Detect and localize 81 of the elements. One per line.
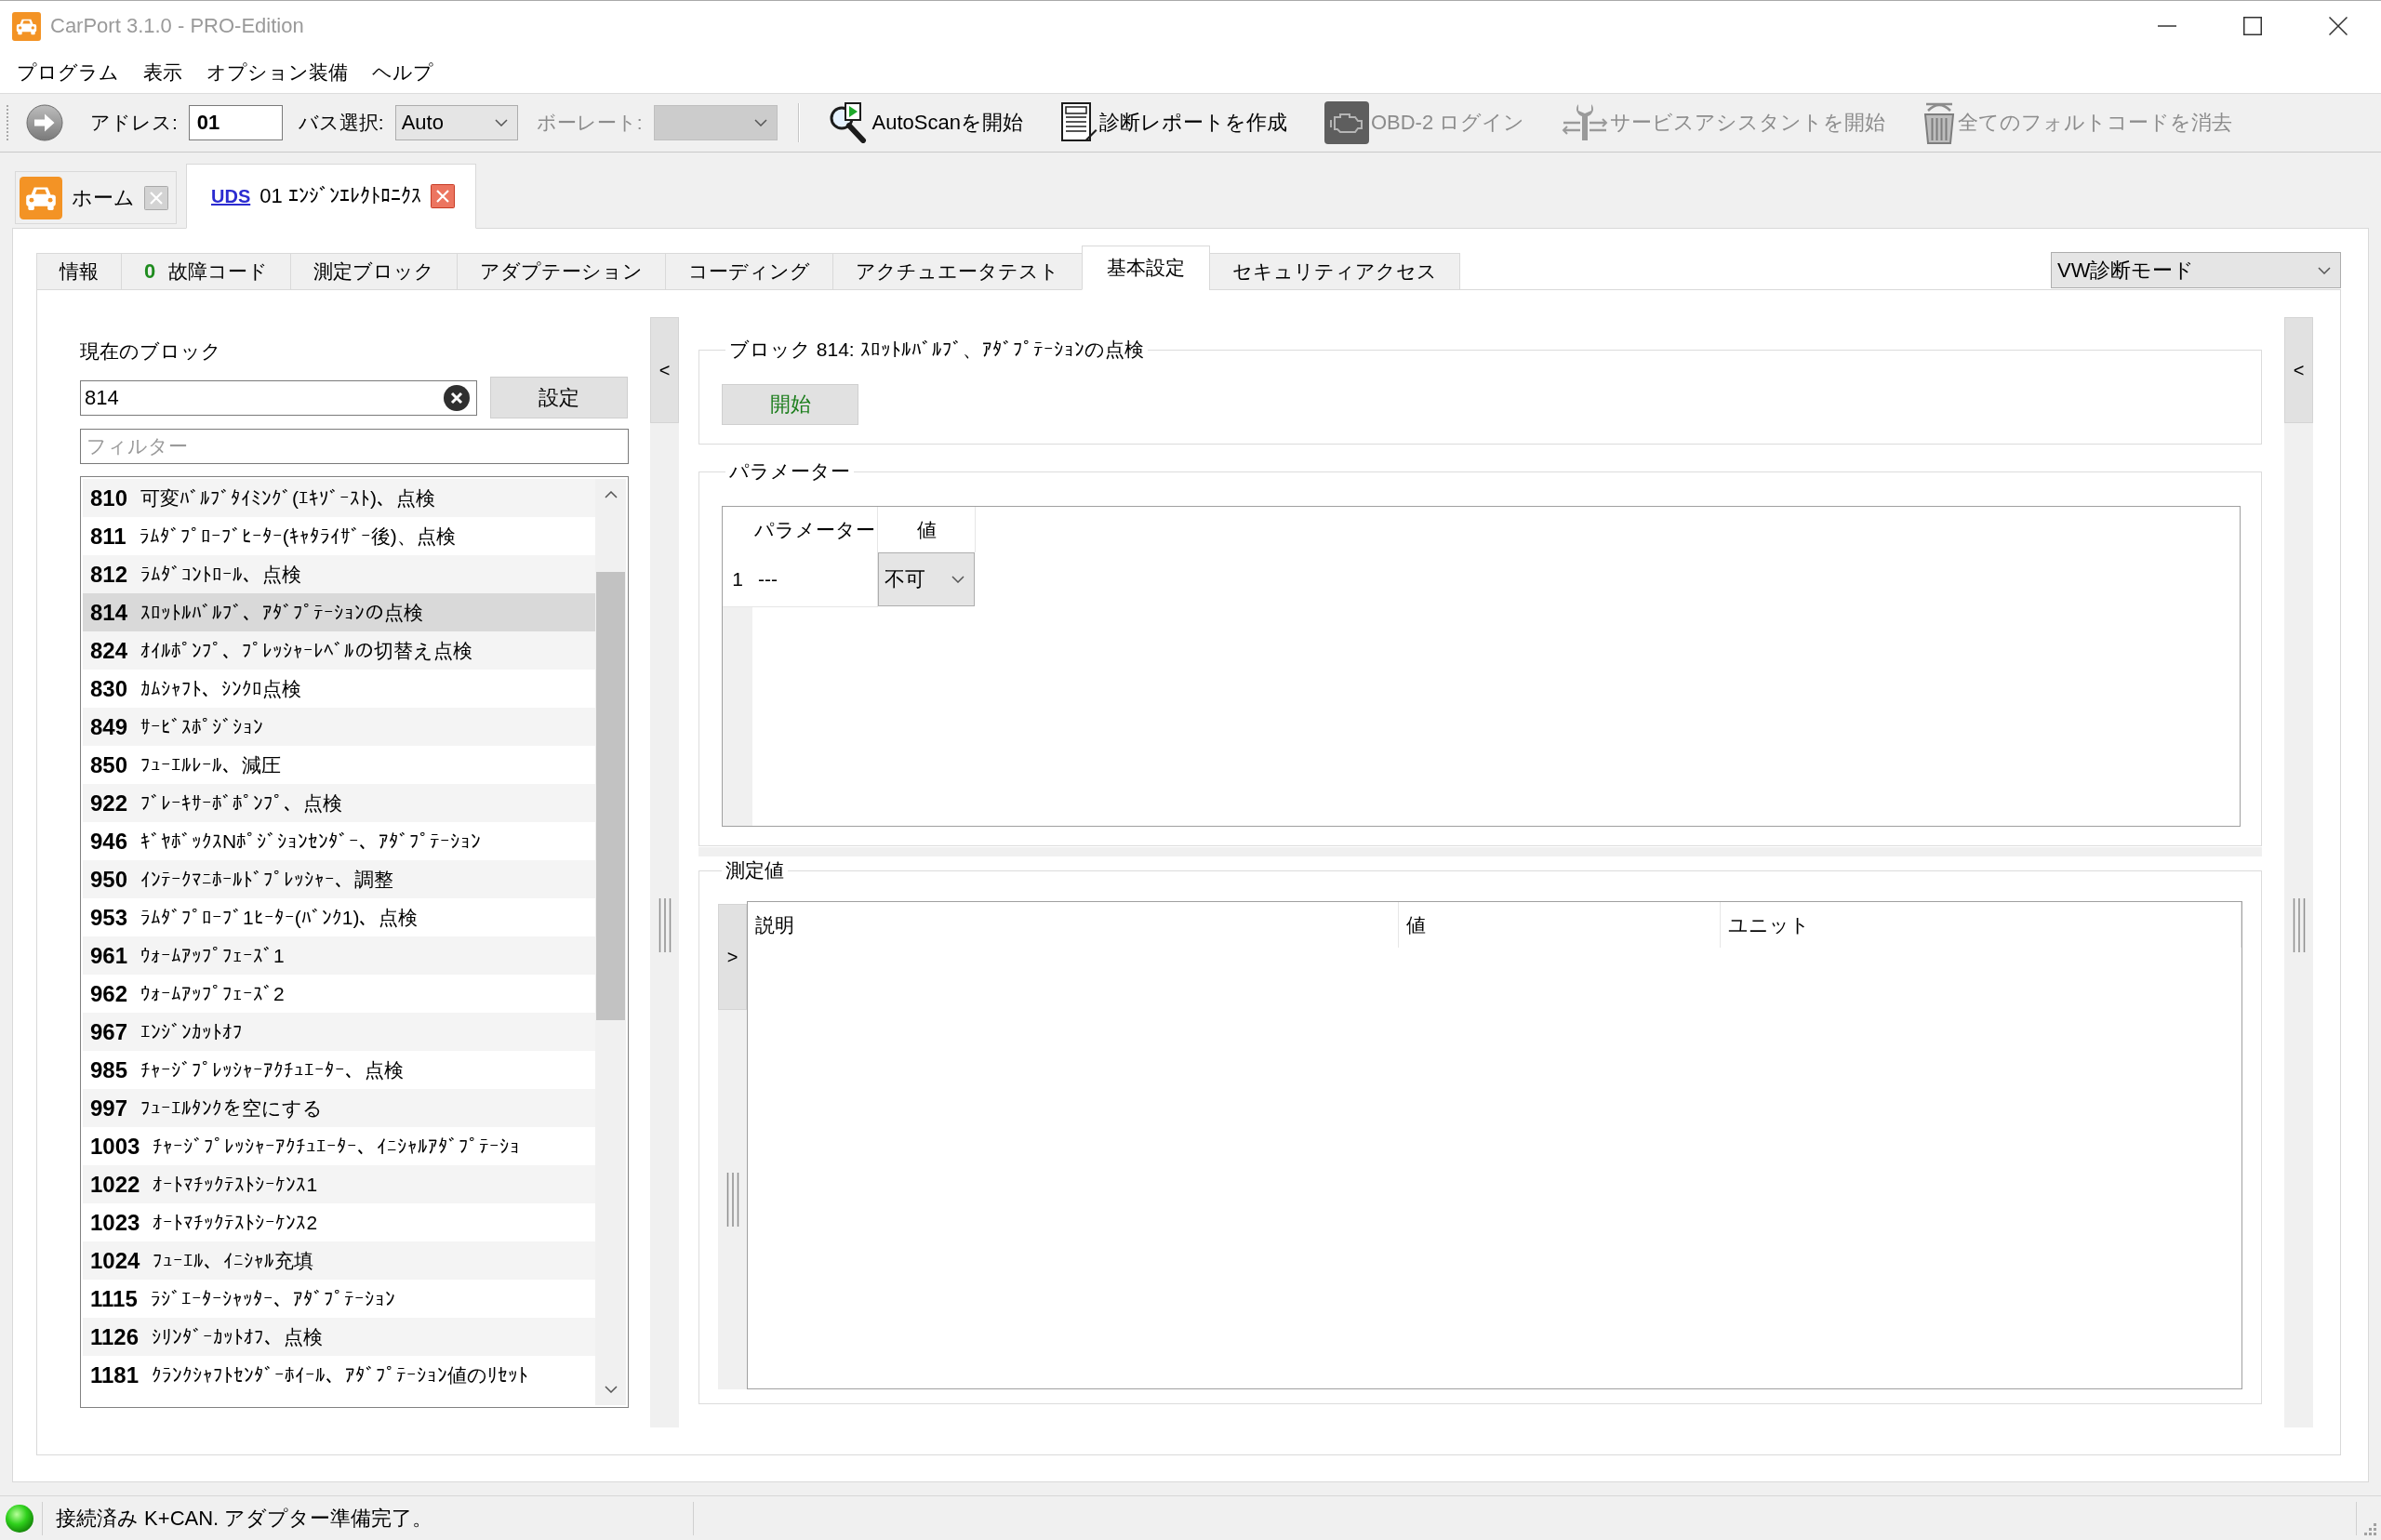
- autoscan-button[interactable]: AutoScanを開始: [827, 102, 1023, 143]
- collapse-button[interactable]: <: [2284, 317, 2313, 423]
- mode-select[interactable]: VW診断モード: [2051, 252, 2341, 288]
- protocol-label: UDS: [211, 185, 251, 207]
- column-header: 説明: [748, 902, 1399, 948]
- chevron-down-icon: [2318, 266, 2331, 274]
- clear-icon[interactable]: [444, 384, 470, 411]
- set-button[interactable]: 設定: [490, 377, 628, 418]
- block-list-item[interactable]: 824 ｵｲﾙﾎﾟﾝﾌﾟ、ﾌﾟﾚｯｼｬｰﾚﾍﾞﾙの切替え点検: [83, 631, 595, 670]
- menu-item[interactable]: オプション装備: [205, 55, 350, 89]
- menu-item[interactable]: プログラム: [15, 55, 121, 89]
- filter-field[interactable]: フィルター: [80, 429, 629, 464]
- block-list-item[interactable]: 849 ｻｰﾋﾞｽﾎﾟｼﾞｼｮﾝ: [83, 708, 595, 746]
- block-list-item[interactable]: 997 ﾌｭｰｴﾙﾀﾝｸを空にする: [83, 1089, 595, 1127]
- column-header: ユニット: [1721, 902, 2241, 948]
- group-title: ブロック 814: ｽﾛｯﾄﾙﾊﾞﾙﾌﾞ、ｱﾀﾞﾌﾟﾃｰｼｮﾝの点検: [728, 338, 1145, 362]
- bus-label: バス選択:: [298, 111, 384, 135]
- column-header: 値: [1399, 902, 1721, 948]
- app-logo-icon: [12, 11, 41, 41]
- scrollbar[interactable]: [595, 479, 626, 1405]
- wrench-icon: [1562, 102, 1609, 143]
- group-title: 測定値: [725, 858, 785, 883]
- collapse-button[interactable]: <: [650, 317, 679, 423]
- block-list-item[interactable]: 961 ｳｫｰﾑｱｯﾌﾟﾌｪｰｽﾞ1: [83, 936, 595, 975]
- block-list-item[interactable]: 1024 ﾌｭｰｴﾙ、ｲﾆｼｬﾙ充填: [83, 1241, 595, 1280]
- arrow-right-icon[interactable]: [26, 104, 63, 141]
- window-title: CarPort 3.1.0 - PRO-Edition: [50, 14, 304, 38]
- module-tab[interactable]: アクチュエータテスト: [832, 253, 1084, 290]
- bus-select[interactable]: Auto: [394, 105, 518, 140]
- engine-icon: [1324, 101, 1369, 144]
- document-tab[interactable]: ホーム: [15, 171, 177, 224]
- module-tab[interactable]: 基本設定: [1082, 246, 1211, 290]
- value-select[interactable]: 不可: [878, 552, 975, 606]
- menu-item[interactable]: 表示: [141, 55, 184, 89]
- chevron-down-icon: [951, 576, 964, 583]
- address-field[interactable]: 01: [188, 105, 283, 140]
- module-tab[interactable]: 情報: [36, 253, 122, 290]
- bucket-icon: [1922, 101, 1957, 144]
- block-list-item[interactable]: 1126 ｼﾘﾝﾀﾞｰｶｯﾄｵﾌ、点検: [83, 1318, 595, 1356]
- column-header: パラメーター: [752, 507, 878, 552]
- baud-rate-label: ボーレート:: [536, 111, 643, 135]
- block-list-item[interactable]: 967 ｴﾝｼﾞﾝｶｯﾄｵﾌ: [83, 1013, 595, 1051]
- group-title: パラメーター: [728, 459, 851, 484]
- module-tab[interactable]: アダプテーション: [457, 253, 667, 290]
- maximize-icon[interactable]: [2243, 17, 2262, 35]
- block-list-item[interactable]: 812 ﾗﾑﾀﾞｺﾝﾄﾛｰﾙ、点検: [83, 555, 595, 593]
- module-tab[interactable]: コーディング: [665, 253, 834, 290]
- scroll-up-icon: [604, 491, 618, 498]
- fault-count: 0: [144, 259, 156, 284]
- block-list-item[interactable]: 950 ｲﾝﾃｰｸﾏﾆﾎｰﾙﾄﾞﾌﾟﾚｯｼｬｰ、調整: [83, 860, 595, 898]
- resize-grip-icon[interactable]: [2362, 1521, 2377, 1536]
- chevron-down-icon: [753, 119, 767, 126]
- splitter[interactable]: <: [650, 317, 679, 1427]
- status-text: 接続済み K+CAN. アダプター準備完了。: [56, 1505, 433, 1532]
- report-button[interactable]: 診断レポートを作成: [1059, 102, 1287, 143]
- chevron-down-icon: [494, 119, 508, 126]
- grip-icon[interactable]: [6, 104, 9, 141]
- expand-button[interactable]: >: [718, 904, 747, 1010]
- grip-icon[interactable]: [2292, 898, 2306, 952]
- scroll-down-icon: [604, 1386, 618, 1393]
- start-button[interactable]: 開始: [722, 384, 858, 425]
- block-field[interactable]: 814: [80, 379, 477, 416]
- address-label: アドレス:: [90, 111, 178, 135]
- menu-item[interactable]: ヘルプ: [370, 55, 435, 89]
- module-tab[interactable]: セキュリティアクセス: [1209, 253, 1461, 290]
- module-tab[interactable]: 測定ブロック: [290, 253, 459, 290]
- side-panel-strip[interactable]: >: [718, 904, 747, 1389]
- close-icon[interactable]: [2329, 17, 2348, 35]
- block-list-item[interactable]: 814 ｽﾛｯﾄﾙﾊﾞﾙﾌﾞ、ｱﾀﾞﾌﾟﾃｰｼｮﾝの点検: [83, 593, 595, 631]
- scrollbar-thumb[interactable]: [596, 572, 625, 1020]
- car-icon: [20, 176, 62, 219]
- grip-icon[interactable]: [725, 1173, 739, 1227]
- block-list-item[interactable]: 1022 ｵｰﾄﾏﾁｯｸﾃｽﾄｼｰｹﾝｽ1: [83, 1165, 595, 1203]
- document-icon: [1059, 102, 1097, 143]
- module-tab[interactable]: 0 故障コード: [121, 253, 292, 290]
- splitter[interactable]: <: [2284, 317, 2313, 1427]
- block-list-item[interactable]: 922 ﾌﾞﾚｰｷｻｰﾎﾞﾎﾟﾝﾌﾟ、点検: [83, 784, 595, 822]
- current-block-label: 現在のブロック: [80, 339, 221, 364]
- block-list-item[interactable]: 810 可変ﾊﾞﾙﾌﾞﾀｲﾐﾝｸﾞ(ｴｷｿﾞｰｽﾄ)、点検: [83, 479, 595, 517]
- grip-icon[interactable]: [658, 898, 672, 952]
- document-tab[interactable]: UDS 01 ｴﾝｼﾞﾝｴﾚｸﾄﾛﾆｸｽ: [186, 164, 476, 229]
